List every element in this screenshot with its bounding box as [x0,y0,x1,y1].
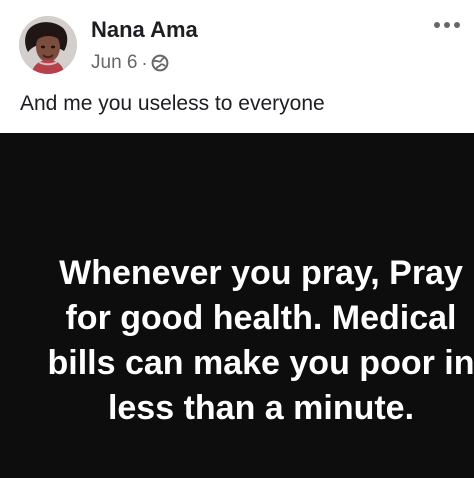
more-dot [434,22,440,28]
caption-line: for good health. Medical [65,299,457,337]
image-caption: Whenever you pray, Pray for good health.… [0,251,474,431]
post-meta: Jun 6 · [91,52,169,74]
post-image[interactable]: Whenever you pray, Pray for good health.… [0,133,474,478]
caption-line: Whenever you pray, Pray [59,254,463,292]
caption-line: less than a minute. [107,389,415,427]
author-name[interactable]: Nana Ama [91,17,198,43]
post-date[interactable]: Jun 6 [91,52,137,74]
post-text: And me you useless to everyone [20,92,325,115]
more-dot [454,22,460,28]
author-avatar[interactable] [19,16,77,74]
caption-line: bills can make you poor in [47,344,474,382]
facebook-post: Nana Ama Jun 6 · And me you useless to e… [0,0,474,478]
meta-separator: · [141,52,148,73]
globe-icon[interactable] [151,54,169,72]
more-dot [444,22,450,28]
post-header: Nana Ama Jun 6 · [0,0,474,86]
more-options-icon[interactable] [434,18,460,32]
